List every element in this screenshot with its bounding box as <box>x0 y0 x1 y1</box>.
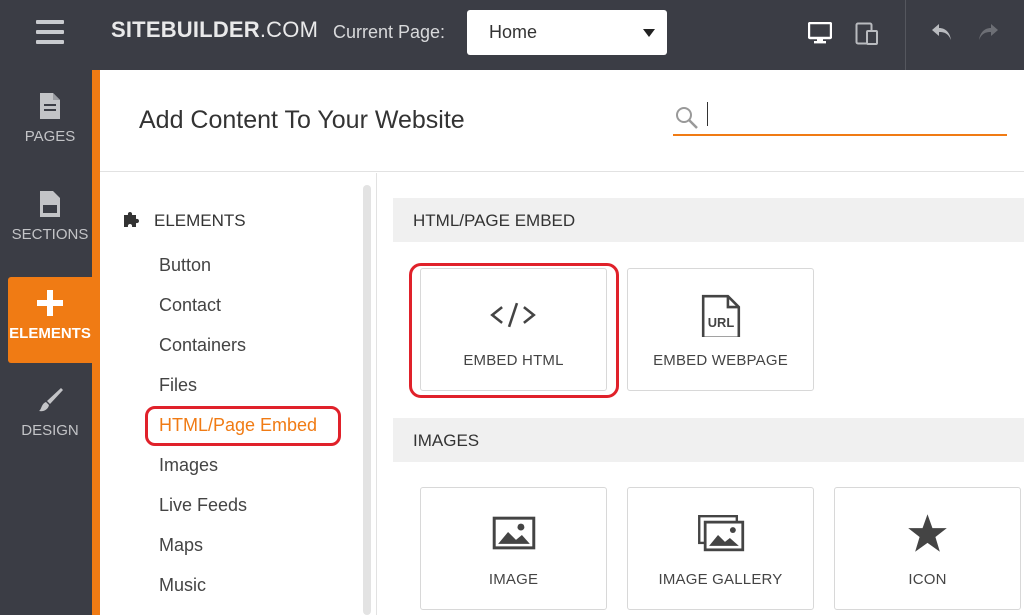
page-title: Add Content To Your Website <box>139 106 465 134</box>
svg-text:URL: URL <box>708 315 735 330</box>
page-icon <box>40 93 60 119</box>
plus-icon <box>37 290 63 316</box>
redo-icon[interactable] <box>976 20 1000 44</box>
toolbar-divider <box>905 0 906 70</box>
category-containers[interactable]: Containers <box>159 335 246 356</box>
category-files[interactable]: Files <box>159 375 197 396</box>
section-header-html-embed: HTML/PAGE EMBED <box>393 198 1024 242</box>
sections-icon <box>40 191 60 217</box>
content-header: Add Content To Your Website <box>100 70 1024 172</box>
url-file-icon: URL <box>701 294 741 337</box>
category-contact[interactable]: Contact <box>159 295 221 316</box>
image-gallery-icon <box>698 515 745 552</box>
sidebar-item-label: SECTIONS <box>11 226 89 243</box>
tile-label: IMAGE GALLERY <box>658 571 783 588</box>
desktop-icon[interactable] <box>808 22 832 44</box>
categories-heading: ELEMENTS <box>122 209 246 231</box>
sidebar-item-label: ELEMENTS <box>9 325 91 342</box>
tile-label: ICON <box>908 571 947 588</box>
search-input[interactable] <box>707 104 997 130</box>
sidebar-item-label: DESIGN <box>21 422 79 439</box>
menu-icon[interactable] <box>36 20 64 44</box>
current-page-select[interactable]: Home <box>467 10 667 55</box>
top-bar: SITEBUILDER.COM Current Page: Home <box>0 0 1024 70</box>
brand-name: SITEBUILDER <box>111 17 260 42</box>
search-icon <box>676 107 698 129</box>
category-live-feeds[interactable]: Live Feeds <box>159 495 247 516</box>
brand-logo: SITEBUILDER.COM <box>111 17 318 43</box>
tile-embed-webpage[interactable]: URL EMBED WEBPAGE <box>627 268 814 391</box>
section-title: IMAGES <box>413 431 480 450</box>
category-maps[interactable]: Maps <box>159 535 203 556</box>
category-button[interactable]: Button <box>159 255 211 276</box>
tablet-icon[interactable] <box>855 22 879 46</box>
search-box[interactable] <box>673 98 1007 136</box>
image-icon <box>492 516 536 550</box>
sidebar-item-pages[interactable]: PAGES <box>0 92 100 178</box>
tile-image[interactable]: IMAGE <box>420 487 607 610</box>
sidebar-item-design[interactable]: DESIGN <box>0 386 100 472</box>
category-images[interactable]: Images <box>159 455 218 476</box>
dropdown-caret-icon <box>643 29 655 37</box>
element-categories-panel: ELEMENTS Button Contact Containers Files… <box>100 173 376 615</box>
sidebar-item-sections[interactable]: SECTIONS <box>0 190 100 276</box>
sidebar-item-elements[interactable]: ELEMENTS <box>8 277 92 363</box>
undo-icon[interactable] <box>930 20 954 44</box>
tile-image-gallery[interactable]: IMAGE GALLERY <box>627 487 814 610</box>
categories-heading-label: ELEMENTS <box>154 211 246 230</box>
brand-suffix: .COM <box>259 17 319 42</box>
sidebar-item-label: PAGES <box>24 128 76 145</box>
active-tile-highlight <box>409 263 619 398</box>
tile-label: EMBED WEBPAGE <box>653 352 788 369</box>
category-music[interactable]: Music <box>159 575 206 596</box>
section-header-images: IMAGES <box>393 418 1024 462</box>
star-icon <box>908 514 947 552</box>
brush-icon <box>39 388 63 412</box>
puzzle-icon <box>124 212 139 227</box>
active-category-highlight <box>145 406 341 446</box>
categories-scrollbar[interactable] <box>363 185 371 615</box>
current-page-label: Current Page: <box>333 22 446 42</box>
current-page-value: Home <box>489 22 538 42</box>
tile-icon[interactable]: ICON <box>834 487 1021 610</box>
section-title: HTML/PAGE EMBED <box>413 211 576 230</box>
tile-label: IMAGE <box>488 571 539 588</box>
